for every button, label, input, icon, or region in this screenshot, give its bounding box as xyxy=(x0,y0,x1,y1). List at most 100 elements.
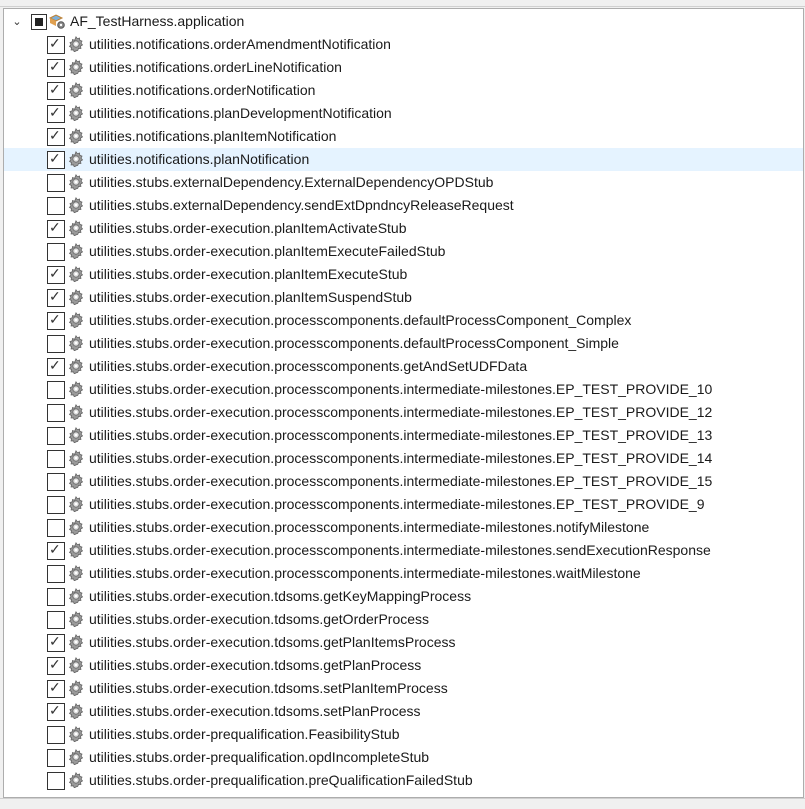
item-checkbox[interactable] xyxy=(47,243,65,261)
item-checkbox[interactable] xyxy=(47,473,65,491)
gear-icon xyxy=(68,610,84,628)
gear-icon xyxy=(68,748,84,766)
checkmark-icon: ✓ xyxy=(49,311,61,327)
item-checkbox[interactable] xyxy=(47,174,65,192)
item-label: utilities.notifications.orderLineNotific… xyxy=(89,59,342,75)
item-checkbox[interactable]: ✓ xyxy=(47,219,65,238)
gear-icon xyxy=(68,81,84,99)
item-checkbox[interactable] xyxy=(47,197,65,215)
tree-item-row[interactable]: ✓ utilities.stubs.order-execution.planIte… xyxy=(4,286,803,309)
item-checkbox[interactable] xyxy=(47,496,65,514)
tree-item-row[interactable]: utilities.stubs.order-execution.tdsoms.g… xyxy=(4,608,803,631)
item-label: utilities.notifications.orderNotificatio… xyxy=(89,82,316,98)
tree-item-row[interactable]: ✓ utilities.notifications.orderAmendmentN… xyxy=(4,33,803,56)
item-checkbox[interactable] xyxy=(47,772,65,790)
root-label: AF_TestHarness.application xyxy=(70,13,245,29)
tree-item-row[interactable]: utilities.stubs.externalDependency.sendE… xyxy=(4,194,803,217)
item-label: utilities.stubs.order-execution.processc… xyxy=(89,335,619,351)
tree-root-row[interactable]: ⌄ AF_TestHarness.application xyxy=(4,10,803,33)
item-checkbox[interactable]: ✓ xyxy=(47,58,65,77)
tree-item-row[interactable]: ✓ utilities.notifications.planNotificatio… xyxy=(4,148,803,171)
gear-icon xyxy=(68,380,84,398)
tree-item-row[interactable]: utilities.stubs.order-prequalification.F… xyxy=(4,723,803,746)
gear-icon xyxy=(68,702,84,720)
item-checkbox[interactable] xyxy=(47,404,65,422)
tree-item-row[interactable]: utilities.stubs.order-prequalification.o… xyxy=(4,746,803,769)
item-checkbox[interactable] xyxy=(47,335,65,353)
tree-item-row[interactable]: ✓ utilities.stubs.order-execution.process… xyxy=(4,539,803,562)
tree-item-row[interactable]: utilities.stubs.order-execution.planItem… xyxy=(4,240,803,263)
item-checkbox[interactable] xyxy=(47,519,65,537)
tree-item-row[interactable]: ✓ utilities.notifications.orderLineNotifi… xyxy=(4,56,803,79)
item-checkbox[interactable]: ✓ xyxy=(47,702,65,721)
item-label: utilities.stubs.order-execution.planItem… xyxy=(89,220,407,236)
item-checkbox[interactable] xyxy=(47,588,65,606)
item-checkbox[interactable] xyxy=(47,565,65,583)
item-checkbox[interactable] xyxy=(47,381,65,399)
item-label: utilities.stubs.order-execution.processc… xyxy=(89,473,713,489)
tree-item-row[interactable]: utilities.stubs.externalDependency.Exter… xyxy=(4,171,803,194)
item-checkbox[interactable]: ✓ xyxy=(47,656,65,675)
checkmark-icon: ✓ xyxy=(49,265,61,281)
chevron-down-icon[interactable]: ⌄ xyxy=(10,14,24,28)
gear-icon xyxy=(68,725,84,743)
item-label: utilities.stubs.order-execution.processc… xyxy=(89,358,528,374)
item-checkbox[interactable]: ✓ xyxy=(47,311,65,330)
tree-item-row[interactable]: utilities.stubs.order-execution.processc… xyxy=(4,447,803,470)
tree-item-row[interactable]: utilities.stubs.order-execution.processc… xyxy=(4,424,803,447)
tree-item-row[interactable]: utilities.stubs.order-execution.processc… xyxy=(4,516,803,539)
tree-item-row[interactable]: utilities.stubs.order-execution.processc… xyxy=(4,332,803,355)
root-checkbox[interactable] xyxy=(31,14,47,30)
tree-item-row[interactable]: utilities.stubs.order-execution.processc… xyxy=(4,493,803,516)
gear-icon xyxy=(68,403,84,421)
top-toolbar-area xyxy=(0,0,805,7)
item-checkbox[interactable]: ✓ xyxy=(47,127,65,146)
item-checkbox[interactable] xyxy=(47,726,65,744)
tree-item-row[interactable]: ✓ utilities.stubs.order-execution.tdsoms.… xyxy=(4,654,803,677)
tree-view[interactable]: ⌄ AF_TestHarness.application ✓ utilities.… xyxy=(3,8,804,798)
tree-item-row[interactable]: ✓ utilities.stubs.order-execution.planIte… xyxy=(4,263,803,286)
tree-item-row[interactable]: ✓ utilities.notifications.orderNotificati… xyxy=(4,79,803,102)
gear-icon xyxy=(68,196,84,214)
item-label: utilities.notifications.planItemNotifica… xyxy=(89,128,337,144)
item-checkbox[interactable]: ✓ xyxy=(47,104,65,123)
item-checkbox[interactable]: ✓ xyxy=(47,288,65,307)
tree-item-row[interactable]: utilities.stubs.order-execution.tdsoms.g… xyxy=(4,585,803,608)
tree-item-row[interactable]: utilities.stubs.order-prequalification.p… xyxy=(4,769,803,792)
checkmark-icon: ✓ xyxy=(49,127,61,143)
item-label: utilities.stubs.order-execution.tdsoms.s… xyxy=(89,680,448,696)
tree-item-row[interactable]: ✓ utilities.stubs.order-execution.process… xyxy=(4,309,803,332)
item-checkbox[interactable]: ✓ xyxy=(47,265,65,284)
tree-item-row[interactable]: ✓ utilities.stubs.order-execution.tdsoms.… xyxy=(4,677,803,700)
item-checkbox[interactable] xyxy=(47,749,65,767)
item-checkbox[interactable]: ✓ xyxy=(47,35,65,54)
item-label: utilities.notifications.orderAmendmentNo… xyxy=(89,36,391,52)
item-checkbox[interactable]: ✓ xyxy=(47,150,65,169)
item-label: utilities.stubs.order-execution.tdsoms.g… xyxy=(89,588,472,604)
item-checkbox[interactable] xyxy=(47,450,65,468)
tree-item-row[interactable]: utilities.stubs.order-execution.processc… xyxy=(4,401,803,424)
tree-item-row[interactable]: ✓ utilities.stubs.order-execution.planIte… xyxy=(4,217,803,240)
item-checkbox[interactable]: ✓ xyxy=(47,81,65,100)
item-checkbox[interactable]: ✓ xyxy=(47,357,65,376)
item-checkbox[interactable]: ✓ xyxy=(47,541,65,560)
tree-item-row[interactable]: ✓ utilities.stubs.order-execution.tdsoms.… xyxy=(4,700,803,723)
bottom-status-area xyxy=(0,798,805,809)
tree-item-row[interactable]: utilities.stubs.order-execution.processc… xyxy=(4,378,803,401)
tree-item-row[interactable]: ✓ utilities.notifications.planDevelopment… xyxy=(4,102,803,125)
checkmark-icon: ✓ xyxy=(49,541,61,557)
checkmark-icon: ✓ xyxy=(49,357,61,373)
item-checkbox[interactable] xyxy=(47,611,65,629)
gear-icon xyxy=(68,357,84,375)
item-checkbox[interactable]: ✓ xyxy=(47,679,65,698)
tree-item-row[interactable]: utilities.stubs.order-execution.processc… xyxy=(4,562,803,585)
item-checkbox[interactable] xyxy=(47,427,65,445)
item-label: utilities.stubs.order-prequalification.o… xyxy=(89,749,430,765)
tree-item-row[interactable]: ✓ utilities.stubs.order-execution.tdsoms.… xyxy=(4,631,803,654)
item-checkbox[interactable]: ✓ xyxy=(47,633,65,652)
tree-item-row[interactable]: utilities.stubs.order-execution.processc… xyxy=(4,470,803,493)
item-label: utilities.stubs.order-execution.tdsoms.g… xyxy=(89,634,456,650)
tree-item-row[interactable]: ✓ utilities.notifications.planItemNotific… xyxy=(4,125,803,148)
tree-item-row[interactable]: ✓ utilities.stubs.order-execution.process… xyxy=(4,355,803,378)
checkmark-icon: ✓ xyxy=(49,104,61,120)
